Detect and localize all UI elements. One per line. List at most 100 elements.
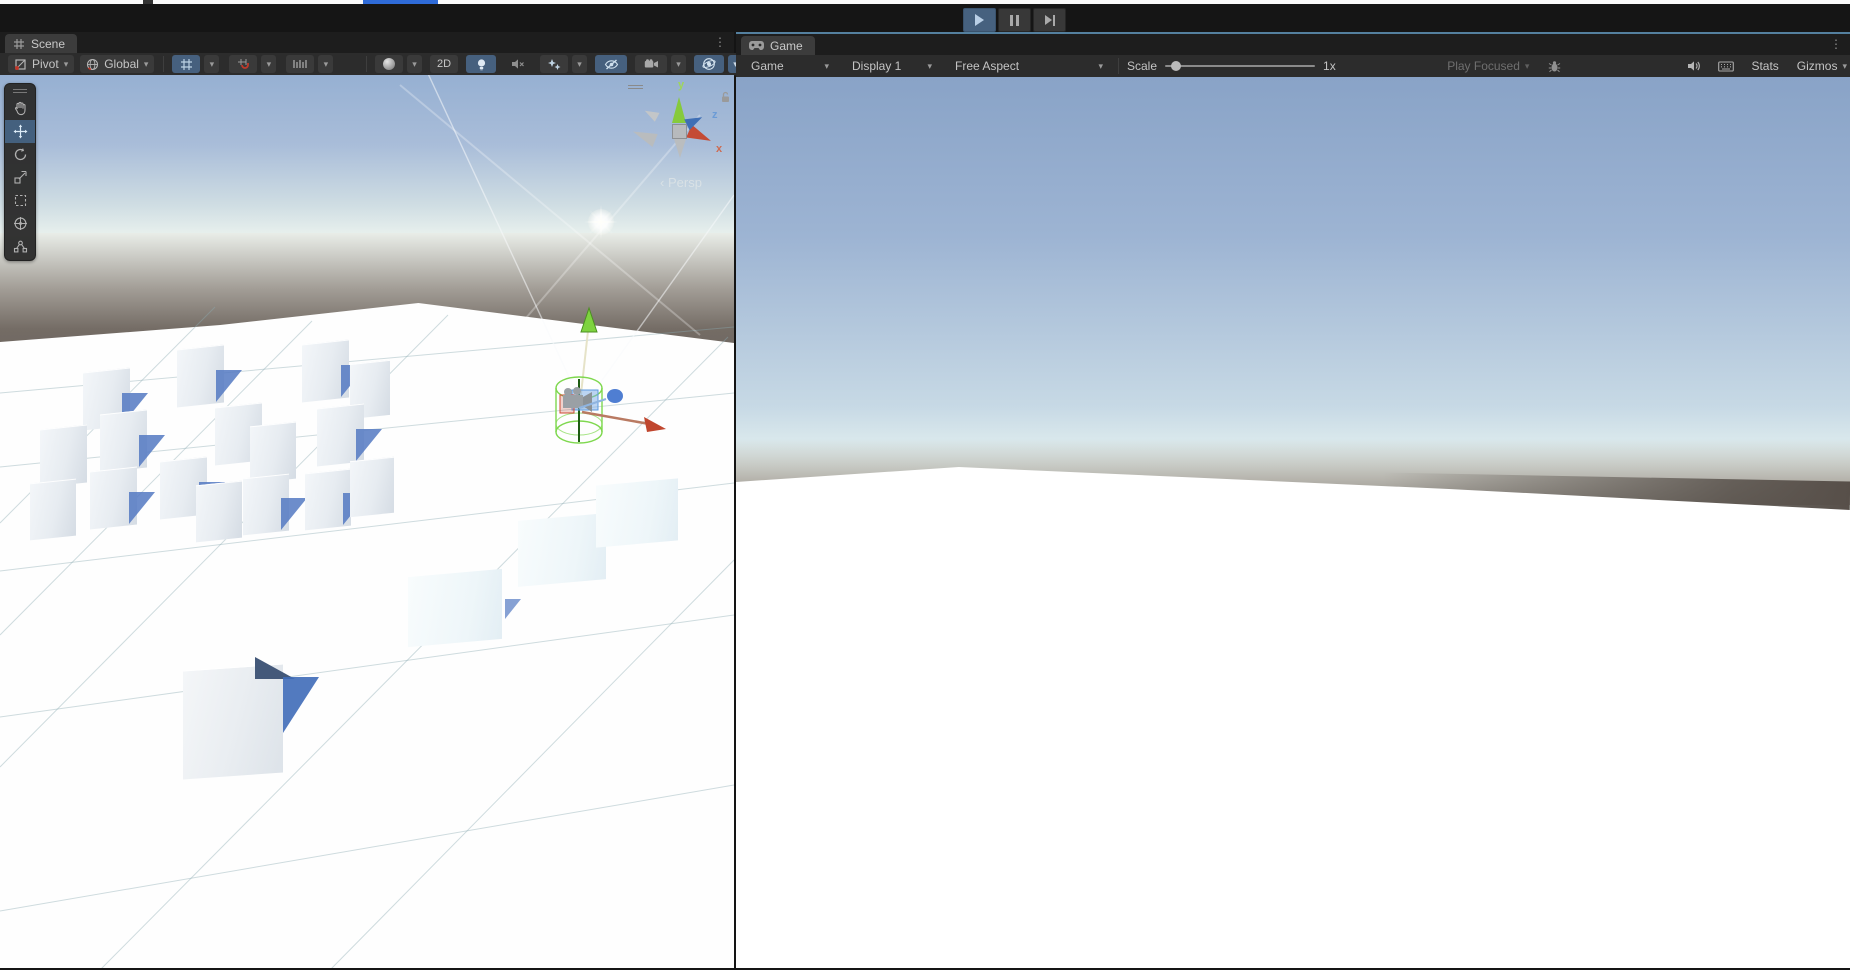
display-dropdown[interactable]: Display 1 ▾	[846, 57, 938, 75]
scene-cube-panel[interactable]	[196, 481, 242, 543]
rect-tool[interactable]	[5, 189, 35, 212]
selected-object-gizmo[interactable]	[530, 300, 680, 460]
snap-button[interactable]	[229, 55, 257, 73]
display-dropdown-label: Display 1	[852, 59, 901, 73]
hand-icon	[13, 101, 28, 116]
aspect-ratio-dropdown[interactable]: Free Aspect ▾	[949, 57, 1109, 75]
shading-mode-dropdown[interactable]: ▾	[407, 55, 422, 73]
stats-label: Stats	[1751, 59, 1778, 73]
snap-increment-dropdown[interactable]: ▾	[318, 55, 333, 73]
scene-camera-dropdown[interactable]: ▾	[671, 55, 686, 73]
scene-cube-panel[interactable]	[30, 479, 76, 541]
custom-tool[interactable]	[5, 235, 35, 258]
gizmo-center-cube[interactable]	[672, 124, 687, 139]
game-menu-icon[interactable]: ⋮	[1830, 37, 1842, 51]
debug-button[interactable]	[1540, 57, 1568, 75]
chevron-down-icon: ▾	[144, 60, 149, 69]
game-view-dropdown[interactable]: Game ▾	[745, 57, 835, 75]
game-toolbar-right: Play Focused ▾ Stats Gizmos ▾	[1438, 57, 1850, 75]
game-viewport[interactable]	[736, 77, 1850, 970]
projection-mode-label[interactable]: ‹ Persp	[636, 175, 726, 190]
scene-camera-button[interactable]	[635, 55, 667, 73]
scale-slider-knob[interactable]	[1171, 61, 1181, 71]
overlay-drag-handle[interactable]	[628, 85, 643, 89]
play-button[interactable]	[963, 8, 996, 32]
magnet-icon	[237, 58, 250, 71]
chevron-down-icon: ▾	[1525, 62, 1530, 71]
step-icon	[1045, 15, 1055, 26]
move-tool[interactable]	[5, 120, 35, 143]
2d-toggle-button[interactable]: 2D	[430, 55, 458, 73]
ruler-icon	[293, 58, 307, 70]
tools-overlay	[4, 83, 36, 261]
scale-value: 1x	[1323, 59, 1336, 73]
scene-audio-button[interactable]	[504, 55, 532, 73]
scene-lighting-button[interactable]	[466, 55, 496, 73]
scene-panel: Scene ⋮ Pivot ▾ Global ▾ ▾ ▾ ▾	[0, 32, 736, 970]
scene-cube-panel[interactable]	[250, 422, 296, 484]
chevron-down-icon: ▾	[412, 60, 417, 69]
pivot-dropdown[interactable]: Pivot ▾	[8, 55, 74, 73]
shaded-sphere-icon	[383, 58, 395, 70]
aspect-dropdown-label: Free Aspect	[955, 59, 1019, 73]
stats-button[interactable]: Stats	[1745, 57, 1784, 75]
scene-stair-panel[interactable]	[596, 478, 678, 547]
scale-icon	[13, 170, 28, 185]
lock-icon[interactable]	[720, 91, 731, 103]
scale-slider[interactable]	[1165, 65, 1315, 67]
grid-visibility-button[interactable]	[172, 55, 200, 73]
tab-scene[interactable]: Scene	[5, 34, 77, 53]
divider	[366, 56, 367, 72]
scene-viewport[interactable]: y z x ‹ Persp	[0, 75, 734, 970]
tab-game[interactable]: Game	[741, 36, 815, 55]
scene-stair-panel[interactable]	[518, 513, 606, 587]
component-tools-button[interactable]	[694, 55, 724, 73]
scene-effects-dropdown[interactable]: ▾	[572, 55, 587, 73]
gizmos-dropdown[interactable]: Gizmos ▾	[1791, 57, 1850, 75]
snap-increment-button[interactable]	[286, 55, 314, 73]
scale-tool[interactable]	[5, 166, 35, 189]
divider	[163, 56, 164, 72]
overlay-drag-handle[interactable]	[5, 84, 35, 97]
axis-z-cone[interactable]	[684, 112, 705, 130]
play-focused-dropdown[interactable]: Play Focused ▾	[1441, 57, 1535, 75]
scene-effects-button[interactable]	[540, 55, 568, 73]
axis-neg-y-cone[interactable]	[674, 139, 686, 158]
game-audio-button[interactable]	[1680, 57, 1708, 75]
scene-menu-icon[interactable]: ⋮	[714, 35, 726, 49]
shading-mode-button[interactable]	[375, 55, 403, 73]
scene-stair-panel[interactable]	[408, 569, 502, 647]
axis-neg-z-cone[interactable]	[642, 106, 659, 121]
gizmos-label: Gizmos	[1797, 59, 1838, 73]
effects-sparkle-icon	[547, 58, 561, 71]
divider	[1118, 58, 1119, 74]
cube-shadow	[129, 492, 155, 524]
view-hand-tool[interactable]	[5, 97, 35, 120]
grid-visibility-dropdown[interactable]: ▾	[204, 55, 219, 73]
snap-dropdown[interactable]: ▾	[261, 55, 276, 73]
scene-single-cube[interactable]	[183, 664, 283, 780]
orbit-gizmo-icon	[702, 57, 716, 71]
globe-icon	[86, 58, 99, 71]
scene-cube-panel[interactable]	[40, 425, 87, 488]
speaker-icon	[1687, 60, 1701, 72]
scene-visibility-button[interactable]	[595, 55, 627, 73]
audio-mute-icon	[511, 58, 525, 70]
cube-shadow	[505, 599, 521, 619]
scale-label: Scale	[1127, 59, 1157, 73]
pause-button[interactable]	[998, 8, 1031, 32]
scene-cube-panel[interactable]	[350, 457, 394, 518]
scene-toolbar: Pivot ▾ Global ▾ ▾ ▾ ▾ ▾ 2D	[0, 53, 739, 76]
transform-icon	[13, 216, 28, 231]
pause-icon	[1010, 15, 1019, 26]
scene-grid-icon	[13, 38, 25, 50]
step-button[interactable]	[1033, 8, 1066, 32]
rotate-icon	[13, 147, 28, 162]
chevron-down-icon: ▾	[927, 62, 932, 71]
transform-tool[interactable]	[5, 212, 35, 235]
global-dropdown[interactable]: Global ▾	[80, 55, 154, 73]
rotate-tool[interactable]	[5, 143, 35, 166]
scene-tabbar: Scene ⋮	[0, 32, 734, 53]
axis-neg-x-cone[interactable]	[630, 125, 657, 147]
keyboard-capture-button[interactable]	[1712, 57, 1740, 75]
